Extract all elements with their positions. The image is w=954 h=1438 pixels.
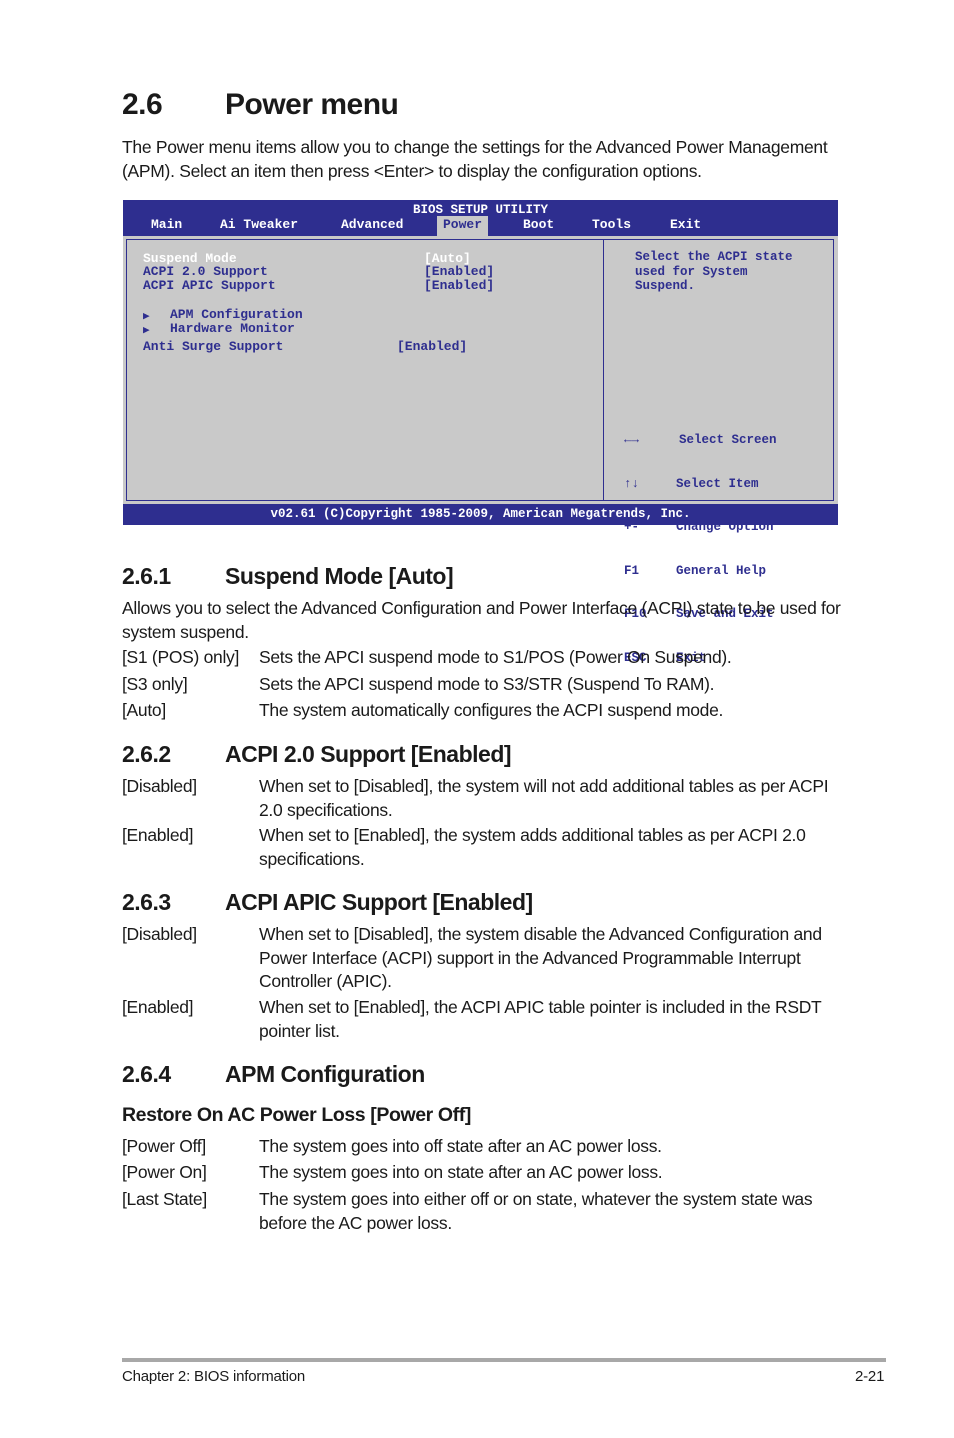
subsection-heading-2-6-4: 2.6.4 APM Configuration: [122, 1061, 425, 1088]
item-subheading: Restore On AC Power Loss [Power Off]: [122, 1104, 471, 1126]
bios-item-hardware-monitor[interactable]: Hardware Monitor: [170, 322, 295, 336]
bios-item-anti-surge-value[interactable]: [Enabled]: [397, 340, 467, 354]
help-line: Select the ACPI state: [635, 250, 793, 264]
option-key: [Enabled]: [122, 997, 194, 1017]
subsection-number: 2.6.1: [122, 563, 171, 589]
subsection-title: ACPI APIC Support [Enabled]: [225, 889, 533, 915]
bios-item-acpi-apic-value[interactable]: [Enabled]: [424, 279, 494, 293]
option-text: The system goes into off state after an …: [259, 1136, 662, 1156]
tab-tools[interactable]: Tools: [586, 216, 637, 236]
option-key: [S3 only]: [122, 674, 188, 694]
subsection-number: 2.6.4: [122, 1061, 171, 1087]
subsection-title: Suspend Mode [Auto]: [225, 563, 454, 589]
subsection-number: 2.6.3: [122, 889, 171, 915]
option-text: The system goes into on state after an A…: [259, 1162, 663, 1182]
key-up-down-icon: ↑↓: [624, 476, 640, 491]
option-text: Sets the APCI suspend mode to S3/STR (Su…: [259, 674, 715, 694]
key-action: Select Item: [676, 476, 759, 491]
option-text: The system automatically configures the …: [259, 700, 724, 720]
option-key: [Disabled]: [122, 776, 197, 796]
key-label: F1: [624, 563, 640, 578]
bios-item-acpi-apic-support[interactable]: ACPI APIC Support: [143, 279, 276, 293]
submenu-arrow-icon: ▶: [143, 311, 150, 323]
bios-item-anti-surge-support[interactable]: Anti Surge Support: [143, 340, 283, 354]
option-key: [Auto]: [122, 700, 166, 720]
tab-power[interactable]: Power: [437, 216, 489, 236]
bios-header: BIOS SETUP UTILITY Main Ai Tweaker Advan…: [123, 200, 838, 236]
option-text: When set to [Enabled], the ACPI APIC tab…: [259, 997, 822, 1041]
tab-exit[interactable]: Exit: [664, 216, 707, 236]
subsection-description: Allows you to select the Advanced Config…: [122, 598, 841, 642]
option-key: [Power On]: [122, 1162, 207, 1182]
bios-help-text: Select the ACPI state used for System Susp…: [635, 250, 793, 294]
tab-ai-tweaker[interactable]: Ai Tweaker: [214, 216, 304, 236]
option-key: [Last State]: [122, 1189, 207, 1209]
bios-item-apm-configuration[interactable]: APM Configuration: [170, 308, 303, 322]
option-key: [S1 (POS) only]: [122, 647, 240, 667]
bios-main-panel: Suspend Mode [Auto] ACPI 2.0 Support [En…: [126, 239, 834, 665]
bios-item-acpi-20-support[interactable]: ACPI 2.0 Support: [143, 265, 268, 279]
bios-title: BIOS SETUP UTILITY: [412, 203, 549, 217]
footer-chapter: Chapter 2: BIOS information: [122, 1368, 306, 1385]
option-text: Sets the APCI suspend mode to S1/POS (Po…: [259, 647, 732, 667]
option-key: [Enabled]: [122, 825, 194, 845]
tab-advanced[interactable]: Advanced: [335, 216, 409, 236]
subsection-heading-2-6-1: 2.6.1 Suspend Mode [Auto]: [122, 563, 454, 590]
bios-screenshot: BIOS SETUP UTILITY Main Ai Tweaker Advan…: [123, 200, 838, 665]
subsection-title: ACPI 2.0 Support [Enabled]: [225, 741, 512, 767]
key-action: Select Screen: [679, 433, 777, 447]
section-number: 2.6: [122, 88, 163, 121]
section-intro: The Power menu items allow you to change…: [122, 137, 828, 181]
bios-footer: v02.61 (C)Copyright 1985-2009, American …: [123, 504, 838, 525]
key-left-right-icon: ←→: [624, 433, 640, 447]
subsection-title: APM Configuration: [225, 1061, 425, 1087]
tab-main[interactable]: Main: [145, 216, 188, 236]
bios-panel-divider: [603, 240, 604, 500]
subsection-heading-2-6-3: 2.6.3 ACPI APIC Support [Enabled]: [122, 889, 533, 916]
section-heading: 2.6 Power menu: [122, 88, 399, 122]
footer-rule: [122, 1358, 886, 1362]
option-text: When set to [Disabled], the system disab…: [259, 924, 822, 991]
subsection-heading-2-6-2: 2.6.2 ACPI 2.0 Support [Enabled]: [122, 741, 512, 768]
option-key: [Power Off]: [122, 1136, 206, 1156]
submenu-arrow-icon: ▶: [143, 325, 150, 337]
option-text: The system goes into either off or on st…: [259, 1189, 813, 1233]
option-text: When set to [Disabled], the system will …: [259, 776, 829, 820]
bios-item-acpi-20-value[interactable]: [Enabled]: [424, 265, 494, 279]
help-line: used for System: [635, 264, 748, 279]
tab-boot[interactable]: Boot: [517, 216, 560, 236]
footer-page-number: 2-21: [855, 1368, 885, 1385]
bios-tab-bar: Main Ai Tweaker Advanced Power Boot Tool…: [123, 216, 838, 236]
option-key: [Disabled]: [122, 924, 197, 944]
section-title: Power menu: [225, 88, 399, 121]
subsection-number: 2.6.2: [122, 741, 171, 767]
key-action: General Help: [676, 563, 767, 578]
help-line: Suspend.: [635, 279, 696, 293]
option-text: When set to [Enabled], the system adds a…: [259, 825, 806, 869]
